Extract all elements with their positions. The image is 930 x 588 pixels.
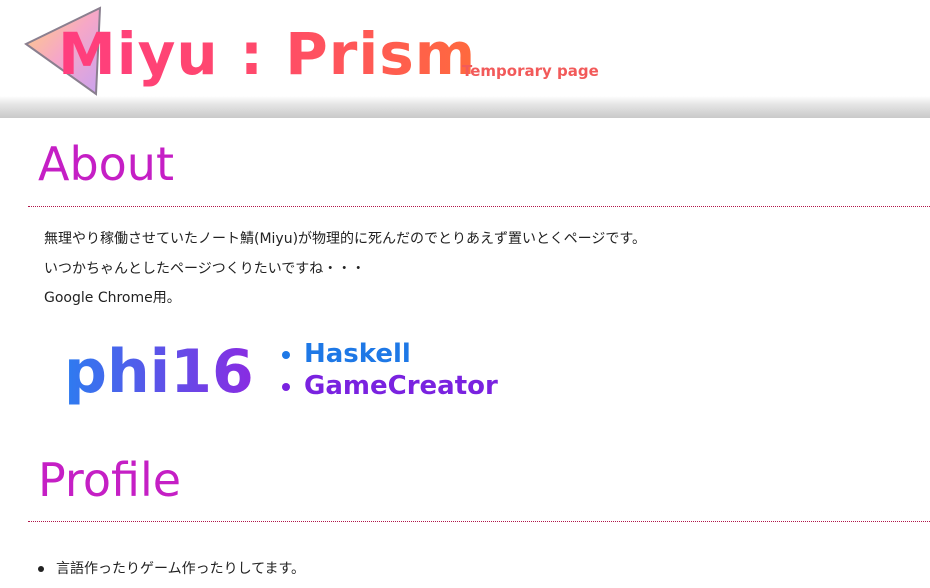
banner-link-haskell[interactable]: Haskell (282, 338, 498, 370)
profile-list: 言語作ったりゲーム作ったりしてます。 (38, 556, 305, 582)
bullet-icon (282, 382, 290, 391)
about-divider (28, 206, 930, 207)
banner-link-label: GameCreator (304, 371, 498, 401)
profile-divider (28, 521, 930, 522)
bullet-icon (282, 350, 290, 359)
banner-link-label: Haskell (304, 339, 411, 369)
profile-heading: Profile (38, 453, 182, 507)
site-title: Miyu : Prism (58, 14, 476, 94)
phi16-banner[interactable]: phi16 Haskell GameCreator (64, 334, 544, 416)
bullet-icon (38, 566, 44, 572)
banner-link-list: Haskell GameCreator (282, 338, 498, 402)
profile-item-text: 言語作ったりゲーム作ったりしてます。 (56, 561, 306, 577)
about-line-2: いつかちゃんとしたページつくりたいですね・・・ (44, 261, 366, 277)
site-subtitle: Temporary page (462, 62, 599, 80)
banner-name: phi16 (64, 334, 254, 410)
about-heading: About (38, 137, 175, 191)
site-header: Miyu : Prism Temporary page (0, 0, 930, 118)
list-item: 言語作ったりゲーム作ったりしてます。 (38, 556, 305, 582)
about-line-3: Google Chrome用。 (44, 290, 181, 306)
about-line-1: 無理やり稼働させていたノート鯖(Miyu)が物理的に死んだのでとりあえず置いとく… (44, 231, 646, 247)
banner-link-gamecreator[interactable]: GameCreator (282, 370, 498, 402)
